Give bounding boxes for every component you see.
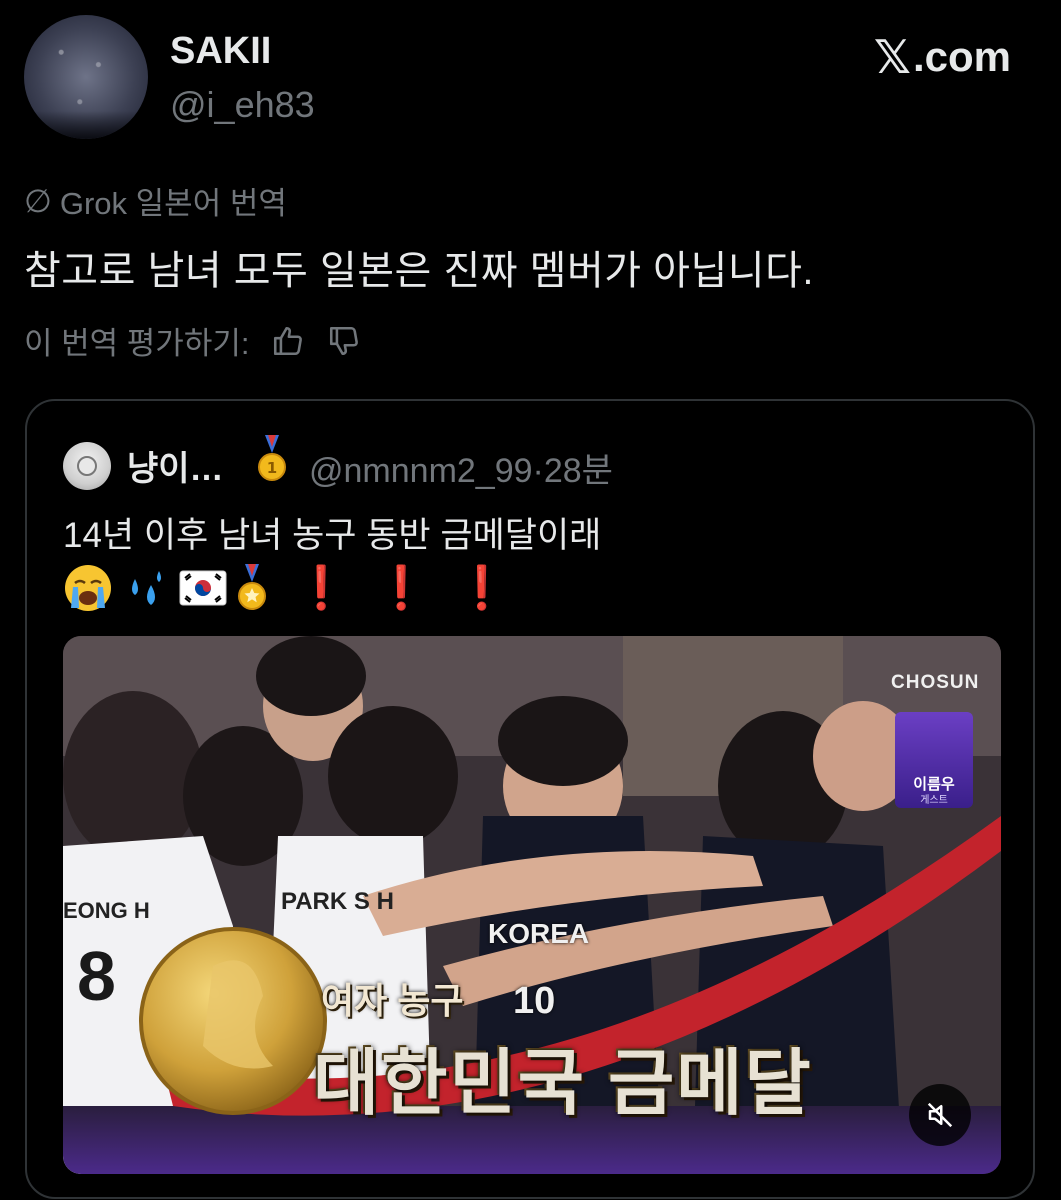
- empty-set-icon: ∅: [24, 182, 52, 219]
- channel-logo: CHOSUN: [891, 672, 980, 693]
- quoted-post[interactable]: 냥이… 1 @nmnnm2_99·28분 14년 이후 남녀 농구 동반 금메달…: [25, 399, 1035, 1199]
- korea-flag-icon: [179, 570, 227, 606]
- exclamation-icon: ❗: [455, 563, 508, 612]
- quoted-author-handle[interactable]: @nmnnm2_99·28분: [309, 443, 613, 492]
- author-avatar[interactable]: [24, 15, 148, 139]
- jersey-number: 8: [77, 937, 116, 1015]
- crying-face-icon: [65, 565, 111, 611]
- x-logo-icon: 𝕏: [873, 30, 911, 84]
- translation-badge: ∅ Grok 일본어 번역: [24, 178, 287, 223]
- svg-text:1: 1: [267, 459, 277, 477]
- rate-translation: 이 번역 평가하기:: [24, 318, 361, 363]
- thumbs-up-icon[interactable]: [271, 324, 305, 358]
- gold-medal-icon: 1: [258, 435, 286, 481]
- cast-card: 이름우 게스트: [895, 712, 973, 808]
- jersey-label: KOREA: [488, 918, 590, 949]
- video-thumbnail[interactable]: EONG H 8 PARK S H KOREA 10 CHOSUN 이름우 게스…: [63, 636, 1001, 1174]
- sweat-droplets-icon: [132, 571, 161, 605]
- caption-big: 대한민국 금메달: [313, 1044, 813, 1124]
- thumbs-down-icon[interactable]: [327, 324, 361, 358]
- quoted-author-name[interactable]: 냥이…: [127, 441, 224, 490]
- quoted-text: 14년 이후 남녀 농구 동반 금메달이래: [63, 516, 602, 555]
- brand-suffix: .com: [912, 33, 1011, 80]
- mute-button[interactable]: [909, 1084, 971, 1146]
- gold-medal-icon: [238, 564, 266, 610]
- rate-translation-label: 이 번역 평가하기:: [24, 326, 250, 361]
- jersey-label: PARK S H: [281, 888, 394, 915]
- jersey-number: 10: [513, 980, 556, 1022]
- author-handle[interactable]: @i_eh83: [170, 84, 315, 126]
- caption-small: 여자 농구: [321, 980, 464, 1021]
- speaker-muted-icon: [927, 1102, 953, 1128]
- exclamation-icon: ❗: [295, 563, 348, 612]
- brand-logo: 𝕏 .com: [874, 30, 1011, 84]
- cast-role: 게스트: [920, 795, 948, 806]
- tweet-text: 참고로 남녀 모두 일본은 진짜 멤버가 아닙니다.: [24, 249, 814, 293]
- jersey-label: EONG H: [63, 898, 150, 923]
- exclamation-icon: ❗: [375, 563, 428, 612]
- author-name[interactable]: SAKII: [170, 30, 271, 73]
- translation-badge-label: Grok 일본어 번역: [59, 186, 287, 221]
- quoted-avatar[interactable]: [63, 442, 111, 490]
- quoted-emoji-row: ❗ ❗ ❗: [63, 563, 508, 613]
